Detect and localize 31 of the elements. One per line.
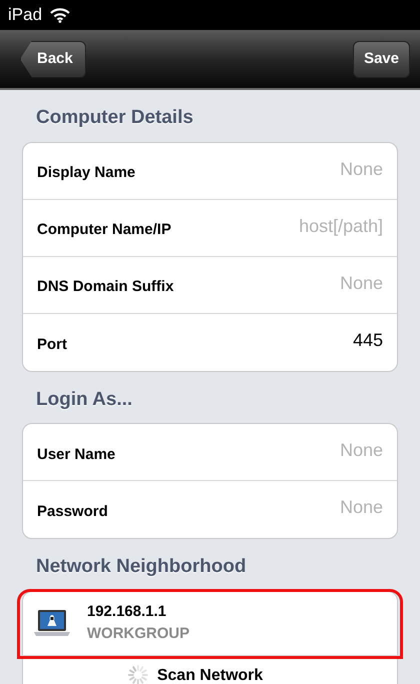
section-header: Computer Details bbox=[35, 106, 194, 130]
computer-address: 192.168.1.1 bbox=[87, 602, 168, 622]
form-row[interactable]: Display Name None bbox=[23, 142, 397, 200]
field-label: Password bbox=[37, 502, 108, 522]
workgroup-name: WORKGROUP bbox=[87, 624, 190, 644]
field-placeholder: None bbox=[340, 439, 383, 462]
form-row[interactable]: DNS Domain Suffix None bbox=[23, 256, 397, 314]
field-label: Computer Name/IP bbox=[37, 220, 172, 240]
form-row[interactable]: Computer Name/IP host[/path] bbox=[23, 200, 397, 256]
spinner-icon bbox=[127, 664, 150, 684]
scan-network-button[interactable]: Scan Network bbox=[23, 656, 397, 684]
wifi-icon bbox=[50, 7, 70, 23]
section-header: Login As... bbox=[35, 388, 134, 412]
field-label: Port bbox=[37, 334, 67, 355]
laptop-icon bbox=[33, 609, 71, 637]
section-header: Network Neighborhood bbox=[35, 555, 248, 579]
field-placeholder: None bbox=[340, 496, 383, 519]
computer-row[interactable]: 192.168.1.1 WORKGROUP bbox=[20, 592, 400, 656]
field-label: User Name bbox=[37, 444, 116, 465]
form-row[interactable]: Port 445 bbox=[23, 314, 397, 370]
field-placeholder: None bbox=[340, 272, 383, 294]
field-placeholder: None bbox=[340, 158, 383, 180]
device-name: iPad bbox=[8, 4, 42, 26]
field-label: DNS Domain Suffix bbox=[37, 277, 174, 298]
form-row[interactable]: Password None bbox=[23, 481, 397, 538]
form-row[interactable]: User Name None bbox=[23, 424, 397, 481]
field-placeholder: host[/path] bbox=[298, 214, 383, 238]
field-value: 445 bbox=[352, 328, 383, 352]
save-button[interactable]: Save bbox=[352, 40, 410, 78]
field-label: Display Name bbox=[37, 163, 136, 184]
back-button[interactable]: Back bbox=[20, 40, 86, 78]
